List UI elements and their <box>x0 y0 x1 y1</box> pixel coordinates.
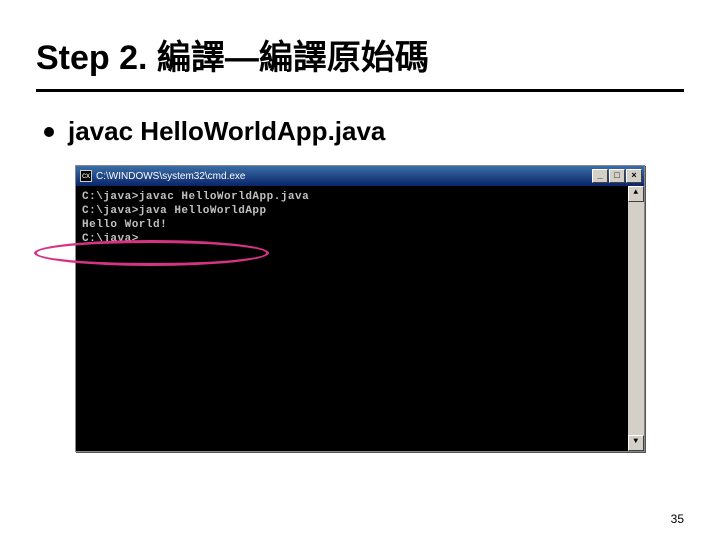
scroll-down-icon[interactable]: ▼ <box>628 435 644 451</box>
cmd-line: C:\java>java HelloWorldApp <box>82 204 622 218</box>
cmd-line: C:\java> <box>82 232 622 246</box>
cmd-body[interactable]: C:\java>javac HelloWorldApp.java C:\java… <box>76 186 644 451</box>
scrollbar[interactable]: ▲ ▼ <box>628 186 644 451</box>
cmd-line: Hello World! <box>82 218 622 232</box>
minimize-button[interactable]: _ <box>592 169 608 183</box>
maximize-button[interactable]: □ <box>609 169 625 183</box>
cmd-app-icon: cx <box>80 170 92 182</box>
scroll-up-icon[interactable]: ▲ <box>628 186 644 202</box>
cmd-line: C:\java>javac HelloWorldApp.java <box>82 190 622 204</box>
cmd-window-title: C:\WINDOWS\system32\cmd.exe <box>96 171 245 182</box>
bullet-text: javac HelloWorldApp.java <box>68 116 385 147</box>
cmd-titlebar[interactable]: cx C:\WINDOWS\system32\cmd.exe _ □ × <box>76 166 644 186</box>
slide-title: Step 2. 編譯—編譯原始碼 <box>36 30 684 92</box>
bullet-dot-icon <box>44 127 54 137</box>
cmd-window: cx C:\WINDOWS\system32\cmd.exe _ □ × C:\… <box>75 165 645 452</box>
bullet-item: javac HelloWorldApp.java <box>36 116 684 147</box>
page-number: 35 <box>671 512 684 526</box>
close-button[interactable]: × <box>626 169 642 183</box>
